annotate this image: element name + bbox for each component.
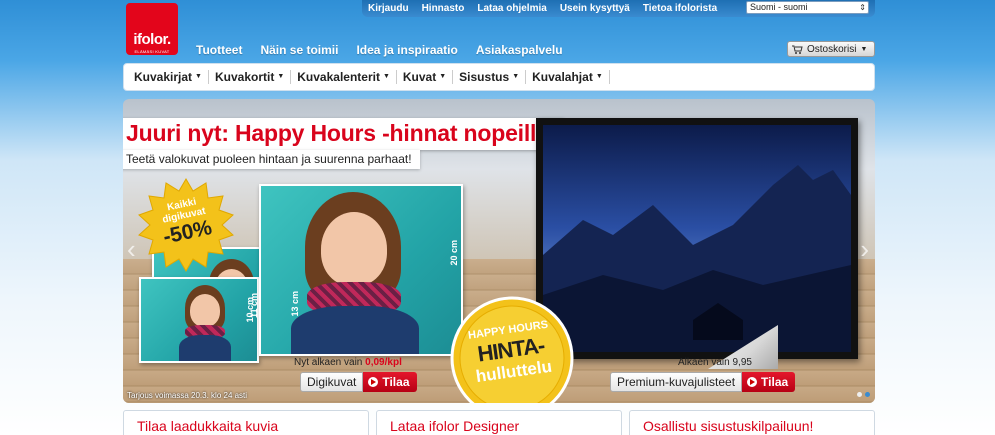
order-label: Tilaa xyxy=(382,375,410,389)
select-arrows-icon: ⇕ xyxy=(859,3,866,12)
starburst-text: Kaikki digikuvat -50% xyxy=(129,168,243,282)
chevron-down-icon: ▼ xyxy=(439,73,447,81)
medallion-text: HAPPY HOURS HINTA- hullut­telu xyxy=(442,288,582,403)
category-label: Kuvakortit xyxy=(214,69,275,84)
category-photobooks[interactable]: Kuvakirjat ▼ xyxy=(128,69,209,85)
hero-subheadline-box: Teetä valokuvat puoleen hintaan ja suure… xyxy=(123,150,420,169)
card-title: Tilaa laadukkaita kuvia xyxy=(137,418,279,434)
card-title: Osallistu sisustuskilpailuun! xyxy=(643,418,814,434)
category-label: Kuvat xyxy=(402,69,437,84)
hero-headline-box: Juuri nyt: Happy Hours -hinnat nopeille! xyxy=(123,118,565,150)
language-select-value: Suomi - suomi xyxy=(750,2,808,12)
category-label: Kuvalahjat xyxy=(532,69,593,84)
offer-validity-note: Tarjous voimassa 20.3. klo 24 asti xyxy=(127,391,248,400)
faq-link[interactable]: Usein kysyttyä xyxy=(560,3,630,14)
play-icon xyxy=(747,377,758,387)
mountain-silhouette xyxy=(543,125,851,352)
card-order-photos[interactable]: Tilaa laadukkaita kuvia xyxy=(123,410,369,435)
nav-customer-service[interactable]: Asiakaspalvelu xyxy=(476,43,563,57)
card-title: Lataa ifolor Designer xyxy=(390,418,520,434)
primary-nav: Tuotteet Näin se toimii Idea ja inspiraa… xyxy=(196,43,581,57)
hero-headline: Juuri nyt: Happy Hours -hinnat nopeille! xyxy=(126,120,557,146)
download-link[interactable]: Lataa ohjelmia xyxy=(477,3,546,14)
chevron-down-icon: ▼ xyxy=(595,73,603,81)
chevron-down-icon: ▼ xyxy=(195,73,202,81)
ifolor-logo[interactable]: ifolor. ELÄMÄSI KUVAT xyxy=(126,3,178,55)
card-download-designer[interactable]: Lataa ifolor Designer xyxy=(376,410,622,435)
category-decor[interactable]: Sisustus ▼ xyxy=(453,69,527,85)
category-photocards[interactable]: Kuvakortit ▼ xyxy=(209,69,292,85)
play-icon xyxy=(368,377,379,387)
category-gifts[interactable]: Kuvalahjat ▼ xyxy=(526,69,610,85)
cart-label: Ostoskorisi xyxy=(807,43,857,55)
order-label: Tilaa xyxy=(761,375,789,389)
size-label-13cm: 13 cm xyxy=(290,291,300,317)
logo-tagline: ELÄMÄSI KUVAT xyxy=(134,49,170,54)
chevron-down-icon: ▼ xyxy=(277,73,285,81)
category-label: Sisustus xyxy=(459,69,510,84)
size-label-20cm: 20 cm xyxy=(449,240,459,266)
category-photos[interactable]: Kuvat ▼ xyxy=(397,69,454,85)
poster-print xyxy=(536,118,858,359)
nav-products[interactable]: Tuotteet xyxy=(196,43,242,57)
chevron-down-icon: ▼ xyxy=(512,73,520,81)
size-label-11cm: 11 cm xyxy=(249,293,259,319)
price-prefix: Nyt alkaen vain xyxy=(294,357,363,368)
hero-subheadline: Teetä valokuvat puoleen hintaan ja suure… xyxy=(126,152,412,166)
posters-price-note: Alkaen vain 9,95 xyxy=(678,357,752,368)
carousel-dots xyxy=(854,392,870,397)
hero-banner[interactable]: 10 cm 20 cm 13 cm 11 cm Juuri nyt: Happy… xyxy=(123,99,875,403)
nav-how-it-works[interactable]: Näin se toimii xyxy=(260,43,338,57)
category-label: Kuvakirjat xyxy=(134,69,193,84)
category-calendars[interactable]: Kuvakalenterit ▼ xyxy=(291,69,397,85)
photo-print-large: 20 cm xyxy=(259,184,463,356)
top-utility-bar: Kirjaudu Hinnasto Lataa ohjelmia Usein k… xyxy=(362,0,875,17)
mountain-landscape-image xyxy=(543,125,851,352)
price-value: 0,09/kpl xyxy=(365,357,402,368)
category-nav: Kuvakirjat ▼ Kuvakortit ▼ Kuvakalenterit ▼ … xyxy=(123,63,875,91)
card-decor-contest[interactable]: Osallistu sisustuskilpailuun! xyxy=(629,410,875,435)
photo-print-small: 10 cm xyxy=(139,277,259,363)
order-photos-button[interactable]: Tilaa xyxy=(363,372,417,392)
carousel-next-icon[interactable]: › xyxy=(860,234,869,265)
photos-price-note: Nyt alkaen vain 0,09/kpl xyxy=(294,357,402,368)
nav-ideas[interactable]: Idea ja inspiraatio xyxy=(356,43,457,57)
language-select[interactable]: Suomi - suomi ⇕ xyxy=(746,1,869,14)
digital-photos-button[interactable]: Digikuvat xyxy=(300,372,364,392)
logo-name: ifolor. xyxy=(133,31,171,48)
category-label: Kuvakalenterit xyxy=(297,69,380,84)
carousel-prev-icon[interactable]: ‹ xyxy=(127,234,136,265)
login-link[interactable]: Kirjaudu xyxy=(368,3,409,14)
order-posters-button[interactable]: Tilaa xyxy=(742,372,796,392)
pricing-link[interactable]: Hinnasto xyxy=(422,3,465,14)
carousel-dot-active[interactable] xyxy=(865,392,870,397)
digital-photos-cta: Digikuvat Tilaa xyxy=(300,372,417,392)
discount-starburst: Kaikki digikuvat -50% xyxy=(138,177,234,273)
premium-posters-cta: Premium-kuvajulisteet Tilaa xyxy=(610,372,796,392)
chevron-down-icon: ▼ xyxy=(860,45,868,53)
chevron-down-icon: ▼ xyxy=(382,73,390,81)
about-link[interactable]: Tietoa ifolorista xyxy=(643,3,717,14)
carousel-dot[interactable] xyxy=(857,392,862,397)
cart-icon xyxy=(792,45,803,54)
premium-posters-button[interactable]: Premium-kuvajulisteet xyxy=(610,372,743,392)
cart-button[interactable]: Ostoskorisi ▼ xyxy=(787,41,875,57)
